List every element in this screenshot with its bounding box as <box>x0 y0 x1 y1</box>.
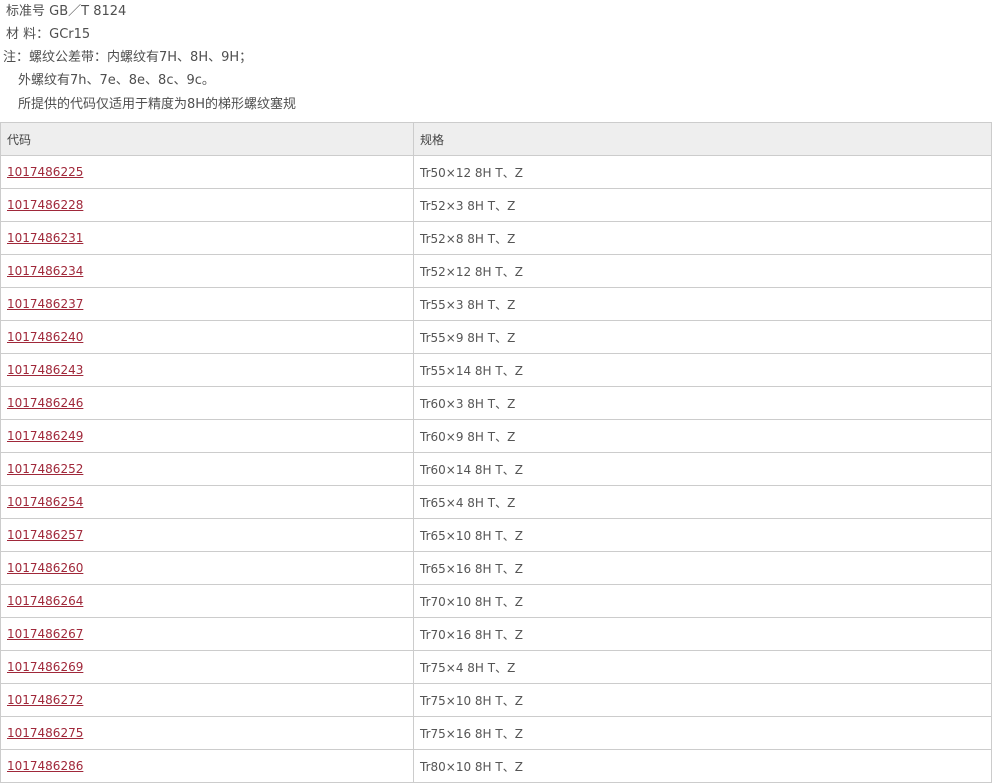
product-table-container: 代码 规格 1017486225 Tr50×12 8H T、Z 1017486228… <box>0 122 992 783</box>
product-spec-cell: Tr65×4 8H T、Z <box>413 485 992 519</box>
product-code-cell: 1017486252 <box>0 452 414 486</box>
product-code-link[interactable]: 1017486269 <box>7 660 83 674</box>
product-code-cell: 1017486264 <box>0 584 414 618</box>
table-row: 1017486264 Tr70×10 8H T、Z <box>0 584 992 618</box>
product-code-cell: 1017486275 <box>0 716 414 750</box>
product-code-link[interactable]: 1017486246 <box>7 396 83 410</box>
product-code-cell: 1017486225 <box>0 155 414 189</box>
table-row: 1017486260 Tr65×16 8H T、Z <box>0 551 992 585</box>
product-spec-cell: Tr55×3 8H T、Z <box>413 287 992 321</box>
product-code-link[interactable]: 1017486257 <box>7 528 83 542</box>
column-header-code: 代码 <box>0 122 414 156</box>
product-spec-cell: Tr60×3 8H T、Z <box>413 386 992 420</box>
product-code-link[interactable]: 1017486237 <box>7 297 83 311</box>
product-code-cell: 1017486257 <box>0 518 414 552</box>
product-code-cell: 1017486269 <box>0 650 414 684</box>
material: 材 料：GCr15 <box>6 27 91 42</box>
note-tolerance-internal: 注：螺纹公差带：内螺纹有7H、8H、9H； <box>3 50 253 65</box>
table-row: 1017486269 Tr75×4 8H T、Z <box>0 650 992 684</box>
product-spec-cell: Tr55×9 8H T、Z <box>413 320 992 354</box>
table-row: 1017486243 Tr55×14 8H T、Z <box>0 353 992 387</box>
product-code-link[interactable]: 1017486275 <box>7 726 83 740</box>
product-table: 代码 规格 1017486225 Tr50×12 8H T、Z 1017486228… <box>0 122 992 783</box>
table-row: 1017486237 Tr55×3 8H T、Z <box>0 287 992 321</box>
table-row: 1017486272 Tr75×10 8H T、Z <box>0 683 992 717</box>
table-row: 1017486249 Tr60×9 8H T、Z <box>0 419 992 453</box>
product-code-link[interactable]: 1017486243 <box>7 363 83 377</box>
product-code-cell: 1017486231 <box>0 221 414 255</box>
product-code-link[interactable]: 1017486234 <box>7 264 83 278</box>
product-code-cell: 1017486272 <box>0 683 414 717</box>
product-code-link[interactable]: 1017486272 <box>7 693 83 707</box>
product-spec-cell: Tr52×3 8H T、Z <box>413 188 992 222</box>
product-spec-cell: Tr52×12 8H T、Z <box>413 254 992 288</box>
product-spec-cell: Tr55×14 8H T、Z <box>413 353 992 387</box>
table-row: 1017486252 Tr60×14 8H T、Z <box>0 452 992 486</box>
product-code-cell: 1017486267 <box>0 617 414 651</box>
table-header-row: 代码 规格 <box>0 122 992 156</box>
table-body: 1017486225 Tr50×12 8H T、Z 1017486228 Tr52×3… <box>0 155 992 783</box>
product-spec-cell: Tr75×4 8H T、Z <box>413 650 992 684</box>
product-spec-cell: Tr65×16 8H T、Z <box>413 551 992 585</box>
product-spec-cell: Tr75×10 8H T、Z <box>413 683 992 717</box>
product-code-link[interactable]: 1017486267 <box>7 627 83 641</box>
product-code-link[interactable]: 1017486254 <box>7 495 83 509</box>
table-row: 1017486267 Tr70×16 8H T、Z <box>0 617 992 651</box>
product-code-link[interactable]: 1017486286 <box>7 759 83 773</box>
product-spec-cell: Tr75×16 8H T、Z <box>413 716 992 750</box>
table-row: 1017486225 Tr50×12 8H T、Z <box>0 155 992 189</box>
table-row: 1017486275 Tr75×16 8H T、Z <box>0 716 992 750</box>
product-code-cell: 1017486246 <box>0 386 414 420</box>
table-row: 1017486254 Tr65×4 8H T、Z <box>0 485 992 519</box>
note-applicability: 所提供的代码仅适用于精度为8H的梯形螺纹塞规 <box>18 97 297 112</box>
table-row: 1017486234 Tr52×12 8H T、Z <box>0 254 992 288</box>
standard-number: 标准号 GB／T 8124 <box>6 4 127 19</box>
product-code-cell: 1017486240 <box>0 320 414 354</box>
product-spec-cell: Tr60×9 8H T、Z <box>413 419 992 453</box>
product-code-cell: 1017486243 <box>0 353 414 387</box>
product-spec-cell: Tr65×10 8H T、Z <box>413 518 992 552</box>
table-row: 1017486240 Tr55×9 8H T、Z <box>0 320 992 354</box>
product-code-link[interactable]: 1017486260 <box>7 561 83 575</box>
product-code-cell: 1017486260 <box>0 551 414 585</box>
product-code-cell: 1017486234 <box>0 254 414 288</box>
product-spec-cell: Tr70×16 8H T、Z <box>413 617 992 651</box>
product-code-link[interactable]: 1017486240 <box>7 330 83 344</box>
product-code-cell: 1017486249 <box>0 419 414 453</box>
product-code-cell: 1017486228 <box>0 188 414 222</box>
product-spec-cell: Tr50×12 8H T、Z <box>413 155 992 189</box>
product-code-cell: 1017486237 <box>0 287 414 321</box>
product-code-link[interactable]: 1017486249 <box>7 429 83 443</box>
product-spec-cell: Tr52×8 8H T、Z <box>413 221 992 255</box>
product-spec-cell: Tr70×10 8H T、Z <box>413 584 992 618</box>
column-header-spec: 规格 <box>413 122 992 156</box>
product-spec-cell: Tr60×14 8H T、Z <box>413 452 992 486</box>
table-row: 1017486257 Tr65×10 8H T、Z <box>0 518 992 552</box>
product-code-link[interactable]: 1017486231 <box>7 231 83 245</box>
product-code-cell: 1017486254 <box>0 485 414 519</box>
product-code-link[interactable]: 1017486225 <box>7 165 83 179</box>
table-row: 1017486228 Tr52×3 8H T、Z <box>0 188 992 222</box>
table-row: 1017486231 Tr52×8 8H T、Z <box>0 221 992 255</box>
product-code-link[interactable]: 1017486264 <box>7 594 83 608</box>
table-row: 1017486246 Tr60×3 8H T、Z <box>0 386 992 420</box>
product-code-link[interactable]: 1017486228 <box>7 198 83 212</box>
product-code-link[interactable]: 1017486252 <box>7 462 83 476</box>
note-tolerance-external: 外螺纹有7h、7e、8e、8c、9c。 <box>18 73 215 88</box>
